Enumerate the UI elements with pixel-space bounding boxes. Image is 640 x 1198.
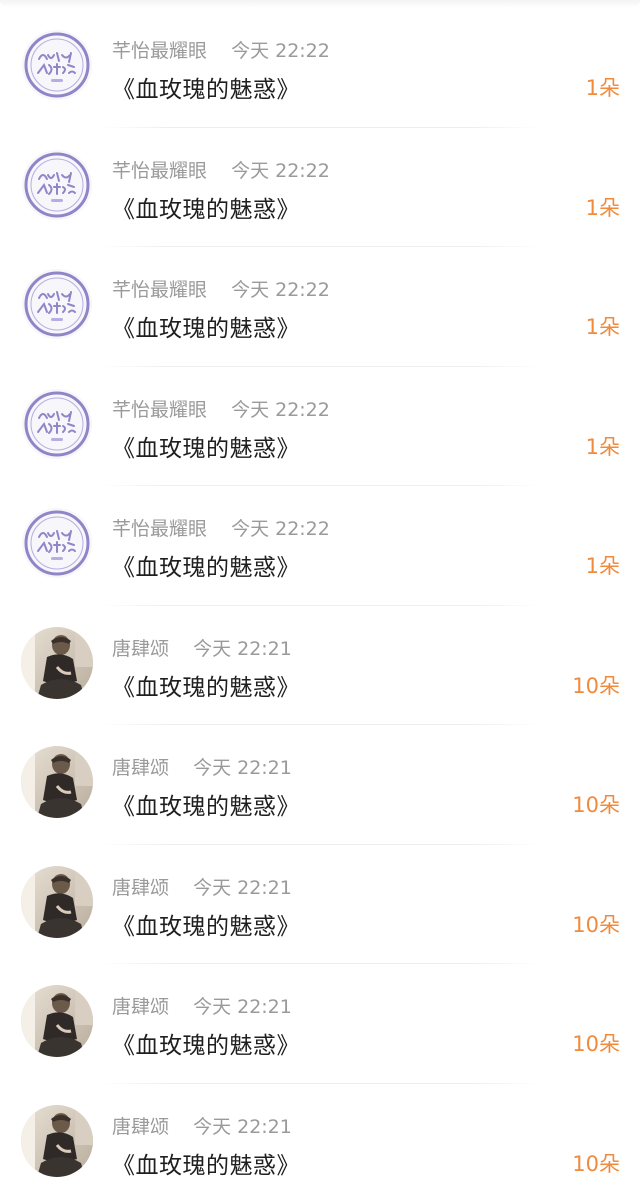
item-meta: 芊怡最耀眼 今天 22:22 — [112, 156, 330, 183]
photo-avatar-art — [21, 865, 93, 938]
sender-name[interactable]: 唐肆颂 — [112, 1116, 169, 1138]
item-meta: 芊怡最耀眼 今天 22:22 — [112, 275, 330, 302]
stamp-avatar-art — [22, 388, 92, 459]
item-meta: 唐肆颂 今天 22:21 — [112, 1112, 292, 1139]
sender-name[interactable]: 唐肆颂 — [112, 877, 169, 899]
gift-name: 《血玫瑰的魅惑》 — [112, 794, 300, 820]
gift-record-page: 芊怡最耀眼 今天 22:22 《血玫瑰的魅惑》 1朵 芊怡最耀眼 今天 22:2… — [0, 0, 640, 1198]
list-item[interactable]: 唐肆颂 今天 22:21 《血玫瑰的魅惑》 10朵 — [0, 845, 640, 964]
list-item[interactable]: 芊怡最耀眼 今天 22:22 《血玫瑰的魅惑》 1朵 — [0, 128, 640, 247]
avatar[interactable] — [21, 746, 93, 818]
gift-record-list[interactable]: 芊怡最耀眼 今天 22:22 《血玫瑰的魅惑》 1朵 芊怡最耀眼 今天 22:2… — [0, 8, 640, 1198]
gift-count: 1朵 — [585, 195, 620, 220]
gift-count: 10朵 — [572, 912, 620, 937]
gift-count: 10朵 — [572, 1032, 620, 1056]
gift-name: 《血玫瑰的魅惑》 — [112, 674, 300, 701]
item-meta: 芊怡最耀眼 今天 22:22 — [112, 514, 330, 541]
photo-avatar-art — [21, 985, 93, 1057]
top-edge — [0, 0, 640, 8]
gift-count: 10朵 — [572, 673, 620, 698]
list-item[interactable]: 芊怡最耀眼 今天 22:22 《血玫瑰的魅惑》 1朵 — [0, 367, 640, 486]
gift-count: 1朵 — [585, 554, 620, 578]
avatar[interactable] — [21, 626, 93, 699]
sender-name[interactable]: 唐肆颂 — [112, 757, 169, 779]
sender-name[interactable]: 芊怡最耀眼 — [112, 518, 207, 540]
gift-count: 10朵 — [572, 1151, 620, 1176]
list-item[interactable]: 唐肆颂 今天 22:21 《血玫瑰的魅惑》 10朵 — [0, 964, 640, 1084]
gift-name: 《血玫瑰的魅惑》 — [112, 196, 300, 223]
timestamp: 今天 22:21 — [193, 637, 292, 660]
sender-name[interactable]: 唐肆颂 — [112, 638, 169, 660]
gift-name: 《血玫瑰的魅惑》 — [112, 913, 300, 940]
list-item[interactable]: 唐肆颂 今天 22:21 《血玫瑰的魅惑》 10朵 — [0, 606, 640, 725]
timestamp: 今天 22:22 — [231, 518, 330, 540]
sender-name[interactable]: 芊怡最耀眼 — [112, 279, 207, 301]
gift-name: 《血玫瑰的魅惑》 — [112, 435, 300, 462]
gift-name: 《血玫瑰的魅惑》 — [112, 316, 300, 342]
sender-name[interactable]: 芊怡最耀眼 — [112, 160, 207, 182]
gift-name: 《血玫瑰的魅惑》 — [112, 77, 300, 103]
timestamp: 今天 22:22 — [231, 159, 330, 182]
list-item[interactable]: 唐肆颂 今天 22:21 《血玫瑰的魅惑》 10朵 — [0, 725, 640, 845]
timestamp: 今天 22:21 — [193, 1115, 292, 1138]
item-meta: 唐肆颂 今天 22:21 — [112, 873, 292, 900]
stamp-avatar-art — [22, 508, 92, 578]
stamp-avatar-art — [22, 30, 92, 100]
avatar[interactable] — [21, 865, 93, 938]
item-meta: 唐肆颂 今天 22:21 — [112, 753, 292, 780]
list-item[interactable]: 唐肆颂 今天 22:21 《血玫瑰的魅惑》 10朵 — [0, 1084, 640, 1198]
gift-count: 1朵 — [585, 76, 620, 100]
list-item[interactable]: 芊怡最耀眼 今天 22:22 《血玫瑰的魅惑》 1朵 — [0, 8, 640, 128]
item-meta: 芊怡最耀眼 今天 22:22 — [112, 36, 330, 63]
stamp-avatar-art — [22, 269, 92, 339]
stamp-avatar-art — [22, 149, 92, 220]
avatar[interactable] — [21, 268, 93, 340]
avatar[interactable] — [21, 388, 93, 460]
timestamp: 今天 22:22 — [231, 40, 330, 62]
list-item[interactable]: 芊怡最耀眼 今天 22:22 《血玫瑰的魅惑》 1朵 — [0, 247, 640, 367]
gift-count: 10朵 — [572, 793, 620, 817]
timestamp: 今天 22:21 — [193, 876, 292, 899]
list-item[interactable]: 芊怡最耀眼 今天 22:22 《血玫瑰的魅惑》 1朵 — [0, 486, 640, 606]
timestamp: 今天 22:21 — [193, 996, 292, 1018]
item-meta: 芊怡最耀眼 今天 22:22 — [112, 395, 330, 422]
avatar[interactable] — [21, 985, 93, 1057]
avatar[interactable] — [21, 507, 93, 579]
timestamp: 今天 22:21 — [193, 757, 292, 779]
gift-count: 1朵 — [585, 434, 620, 459]
sender-name[interactable]: 唐肆颂 — [112, 996, 169, 1018]
gift-count: 1朵 — [585, 315, 620, 339]
photo-avatar-art — [21, 1104, 93, 1177]
gift-name: 《血玫瑰的魅惑》 — [112, 555, 300, 581]
timestamp: 今天 22:22 — [231, 279, 330, 301]
avatar[interactable] — [21, 149, 93, 221]
avatar[interactable] — [21, 1104, 93, 1177]
avatar[interactable] — [21, 29, 93, 101]
photo-avatar-art — [21, 746, 93, 818]
sender-name[interactable]: 芊怡最耀眼 — [112, 40, 207, 62]
gift-name: 《血玫瑰的魅惑》 — [112, 1033, 300, 1059]
photo-avatar-art — [21, 626, 93, 699]
sender-name[interactable]: 芊怡最耀眼 — [112, 399, 207, 421]
gift-name: 《血玫瑰的魅惑》 — [112, 1152, 300, 1179]
timestamp: 今天 22:22 — [231, 398, 330, 421]
item-meta: 唐肆颂 今天 22:21 — [112, 634, 292, 661]
item-meta: 唐肆颂 今天 22:21 — [112, 992, 292, 1019]
